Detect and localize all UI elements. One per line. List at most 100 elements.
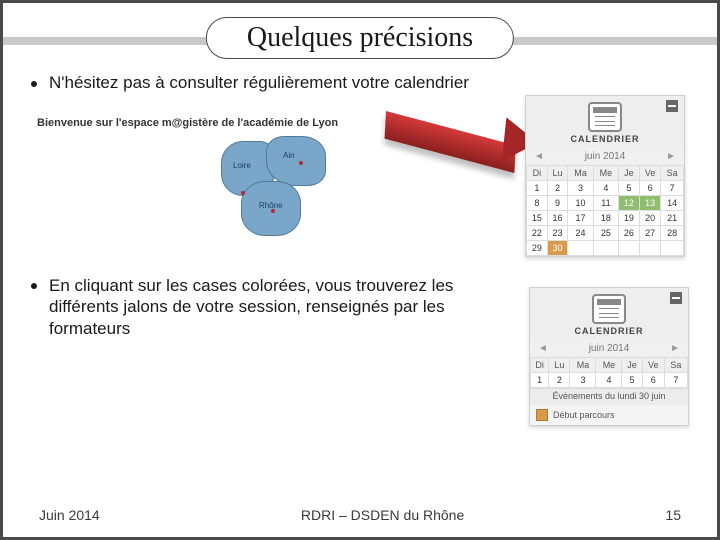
day-cell <box>639 241 661 256</box>
day-cell[interactable]: 7 <box>664 373 687 388</box>
day-cell <box>568 241 593 256</box>
day-cell[interactable]: 6 <box>642 373 664 388</box>
day-header: Je <box>622 358 642 373</box>
footer-date: Juin 2014 <box>39 507 100 523</box>
day-cell[interactable]: 25 <box>593 226 618 241</box>
event-banner: Évènements du lundi 30 juin <box>530 388 688 405</box>
day-cell[interactable]: 29 <box>527 241 548 256</box>
day-header: Ve <box>639 166 661 181</box>
day-cell[interactable]: 7 <box>661 181 684 196</box>
bullet-2-text: En cliquant sur les cases colorées, vous… <box>49 275 459 339</box>
day-header: Me <box>593 166 618 181</box>
day-cell[interactable]: 1 <box>531 373 549 388</box>
footer-source: RDRI – DSDEN du Rhône <box>100 507 666 523</box>
calendar-widget-2: CALENDRIER ◄ juin 2014 ► Di Lu Ma Me Je … <box>529 287 689 426</box>
day-cell[interactable]: 19 <box>619 211 640 226</box>
day-header: Ve <box>642 358 664 373</box>
day-cell-event[interactable]: 30 <box>547 241 568 256</box>
day-cell[interactable]: 3 <box>570 373 596 388</box>
bullet-1-text: N'hésitez pas à consulter régulièrement … <box>49 73 469 93</box>
day-cell[interactable]: 1 <box>527 181 548 196</box>
map-pin-icon <box>299 161 303 165</box>
day-cell <box>593 241 618 256</box>
slide-title: Quelques précisions <box>206 17 514 59</box>
calendar-widget-1: CALENDRIER ◄ juin 2014 ► Di Lu Ma Me Je … <box>525 95 685 257</box>
day-cell[interactable]: 18 <box>593 211 618 226</box>
day-cell[interactable]: 26 <box>619 226 640 241</box>
red-arrow-icon <box>386 111 536 165</box>
day-cell[interactable]: 24 <box>568 226 593 241</box>
next-month-icon[interactable]: ► <box>670 343 680 354</box>
day-cell[interactable]: 3 <box>568 181 593 196</box>
day-cell[interactable]: 11 <box>593 196 618 211</box>
day-header: Sa <box>664 358 687 373</box>
calendar-month-nav: ◄ juin 2014 ► <box>526 148 684 165</box>
bullet-dot-icon <box>31 283 37 289</box>
next-month-icon[interactable]: ► <box>666 151 676 162</box>
day-cell[interactable]: 5 <box>622 373 642 388</box>
day-header: Lu <box>549 358 570 373</box>
day-cell[interactable]: 6 <box>639 181 661 196</box>
day-cell[interactable]: 5 <box>619 181 640 196</box>
calendar-header: CALENDRIER <box>530 288 688 340</box>
slide-title-wrap: Quelques précisions <box>3 17 717 61</box>
day-header: Di <box>527 166 548 181</box>
day-header: Me <box>596 358 622 373</box>
day-cell[interactable]: 28 <box>661 226 684 241</box>
collapse-icon[interactable] <box>670 292 682 304</box>
collapse-icon[interactable] <box>666 100 678 112</box>
calendar-month-label: juin 2014 <box>585 151 626 162</box>
bullet-dot-icon <box>31 81 37 87</box>
day-cell[interactable]: 27 <box>639 226 661 241</box>
day-header: Di <box>531 358 549 373</box>
slide-footer: Juin 2014 RDRI – DSDEN du Rhône 15 <box>3 507 717 523</box>
calendar-month-label: juin 2014 <box>589 343 630 354</box>
bullet-1: N'hésitez pas à consulter régulièrement … <box>31 73 689 93</box>
map-label-ain: Ain <box>283 151 295 160</box>
event-color-icon <box>536 409 548 421</box>
event-label: Début parcours <box>553 410 615 420</box>
day-cell[interactable]: 2 <box>549 373 570 388</box>
day-cell[interactable]: 9 <box>547 196 568 211</box>
day-cell[interactable]: 8 <box>527 196 548 211</box>
day-cell[interactable]: 10 <box>568 196 593 211</box>
day-cell[interactable]: 17 <box>568 211 593 226</box>
day-cell[interactable]: 21 <box>661 211 684 226</box>
day-cell[interactable]: 2 <box>547 181 568 196</box>
day-cell[interactable]: 23 <box>547 226 568 241</box>
day-cell[interactable]: 4 <box>593 181 618 196</box>
calendar-header: CALENDRIER <box>526 96 684 148</box>
day-header: Ma <box>568 166 593 181</box>
calendar-title: CALENDRIER <box>570 134 639 144</box>
map-region-ain <box>266 136 326 186</box>
page-number: 15 <box>665 507 681 523</box>
prev-month-icon[interactable]: ◄ <box>534 151 544 162</box>
calendar-grid: Di Lu Ma Me Je Ve Sa 1 2 3 4 5 6 7 <box>526 165 684 256</box>
calendar-icon <box>588 102 622 132</box>
screenshot-panel-1: Bienvenue sur l'espace m@gistère de l'ac… <box>31 101 689 261</box>
day-cell <box>661 241 684 256</box>
day-cell-event[interactable]: 13 <box>639 196 661 211</box>
day-header: Je <box>619 166 640 181</box>
calendar-month-nav: ◄ juin 2014 ► <box>530 340 688 357</box>
event-row[interactable]: Début parcours <box>530 405 688 425</box>
day-cell <box>619 241 640 256</box>
prev-month-icon[interactable]: ◄ <box>538 343 548 354</box>
day-cell[interactable]: 20 <box>639 211 661 226</box>
day-cell[interactable]: 15 <box>527 211 548 226</box>
day-header: Ma <box>570 358 596 373</box>
day-header: Lu <box>547 166 568 181</box>
welcome-text: Bienvenue sur l'espace m@gistère de l'ac… <box>37 117 338 129</box>
map-pin-icon <box>241 191 245 195</box>
calendar-title: CALENDRIER <box>574 326 643 336</box>
map-label-loire: Loire <box>233 161 251 170</box>
calendar-grid: Di Lu Ma Me Je Ve Sa 1 2 3 4 5 6 7 <box>530 357 688 388</box>
day-header: Sa <box>661 166 684 181</box>
calendar-icon <box>592 294 626 324</box>
day-cell[interactable]: 14 <box>661 196 684 211</box>
day-cell[interactable]: 16 <box>547 211 568 226</box>
day-cell[interactable]: 22 <box>527 226 548 241</box>
day-cell[interactable]: 4 <box>596 373 622 388</box>
day-cell-event[interactable]: 12 <box>619 196 640 211</box>
region-map: Loire Ain Rhône <box>211 131 351 241</box>
